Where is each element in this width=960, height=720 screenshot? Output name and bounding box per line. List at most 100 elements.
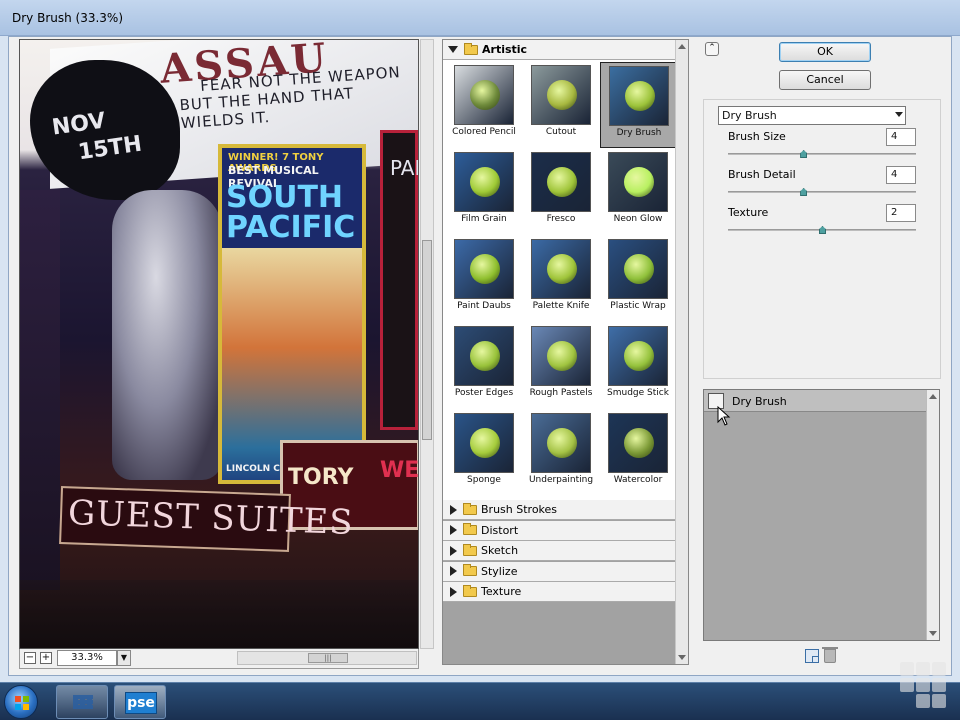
start-button[interactable]: [4, 685, 38, 719]
dialog-client-area: ASSAU FEAR NOT THE WEAPON BUT THE HAND T…: [8, 36, 952, 676]
apple-icon: [470, 254, 500, 284]
apple-icon: [470, 80, 500, 110]
filter-thumbnail[interactable]: Colored Pencil: [446, 62, 522, 148]
param-slider-knob[interactable]: [819, 226, 826, 234]
filter-thumbnail[interactable]: Rough Pastels: [523, 323, 599, 409]
filter-select[interactable]: Dry Brush: [718, 106, 906, 125]
category-label: Texture: [481, 585, 522, 599]
apple-icon: [470, 428, 500, 458]
filter-thumbnail-label: Palette Knife: [532, 301, 590, 311]
param-value-input[interactable]: 4: [886, 128, 916, 146]
category-header[interactable]: Brush Strokes: [443, 500, 675, 520]
filter-preview-image: [531, 65, 591, 125]
image-preview[interactable]: ASSAU FEAR NOT THE WEAPON BUT THE HAND T…: [19, 39, 419, 649]
filter-thumbnail[interactable]: Plastic Wrap: [600, 236, 676, 322]
category-header[interactable]: Texture: [443, 582, 675, 603]
effect-layer-row[interactable]: Dry Brush: [704, 390, 926, 412]
collapsed-triangle-icon: [450, 504, 457, 515]
param-value-input[interactable]: 4: [886, 166, 916, 184]
ok-button[interactable]: OK: [779, 42, 871, 62]
gallery-vertical-scrollbar[interactable]: [675, 40, 688, 664]
folder-icon: [463, 584, 477, 597]
filter-preview-image: [608, 413, 668, 473]
grid-icon: [73, 695, 93, 709]
param-slider-track[interactable]: [728, 226, 916, 234]
filter-thumbnail[interactable]: Dry Brush: [600, 62, 676, 148]
cancel-button[interactable]: Cancel: [779, 70, 871, 90]
filter-thumbnail[interactable]: Neon Glow: [600, 149, 676, 235]
scroll-up-arrow-icon[interactable]: [678, 44, 686, 49]
zoom-in-button[interactable]: +: [40, 652, 52, 664]
apple-icon: [470, 341, 500, 371]
folder-icon: [463, 523, 477, 536]
apple-icon: [624, 341, 654, 371]
preview-vscroll-thumb[interactable]: [422, 240, 432, 440]
trash-icon[interactable]: [822, 647, 838, 663]
folder-icon: [463, 564, 477, 577]
filter-thumbnail[interactable]: Paint Daubs: [446, 236, 522, 322]
effect-layers-panel: Dry Brush: [703, 389, 940, 641]
filter-settings-panel: Dry Brush Brush Size 4 Brush Detail 4 Textur…: [703, 99, 941, 379]
filter-thumbnail-label: Dry Brush: [616, 128, 662, 138]
preview-horizontal-scrollbar[interactable]: |||: [237, 651, 417, 665]
filter-thumbnail-label: Watercolor: [613, 475, 663, 485]
category-header[interactable]: Distort: [443, 520, 675, 541]
filter-preview-image: [531, 239, 591, 299]
taskbar-organizer-button[interactable]: [56, 685, 108, 719]
mouse-pointer-icon: [717, 406, 731, 426]
folder-icon: [464, 42, 478, 55]
filter-preview-image: [454, 239, 514, 299]
filter-thumbnail-label: Smudge Stick: [607, 388, 669, 398]
filter-thumbnail[interactable]: Underpainting: [523, 410, 599, 496]
param-slider-knob[interactable]: [800, 188, 808, 196]
param-label: Texture: [728, 206, 769, 219]
param-slider-track[interactable]: [728, 150, 916, 158]
filter-preview-image: [454, 65, 514, 125]
filter-thumbnail[interactable]: Sponge: [446, 410, 522, 496]
pse-icon: pse: [125, 692, 157, 714]
param-slider-knob[interactable]: [800, 150, 808, 158]
expanded-triangle-icon: [448, 46, 458, 53]
preview-poster: WINNER! 7 TONY AWARDS BEST MUSICAL REVIV…: [218, 144, 366, 484]
collapsed-triangle-icon: [450, 566, 457, 577]
filter-thumbnail[interactable]: Poster Edges: [446, 323, 522, 409]
apple-icon: [547, 428, 577, 458]
category-header[interactable]: Stylize: [443, 561, 675, 582]
param-slider-track[interactable]: [728, 188, 916, 196]
preview-vertical-scrollbar[interactable]: [420, 39, 434, 649]
filter-thumbnail[interactable]: Fresco: [523, 149, 599, 235]
filter-thumbnail[interactable]: Cutout: [523, 62, 599, 148]
zoom-value[interactable]: 33.3%: [57, 650, 117, 666]
filter-thumbnail[interactable]: Palette Knife: [523, 236, 599, 322]
new-effect-layer-icon[interactable]: [805, 649, 819, 663]
category-artistic[interactable]: Artistic: [443, 40, 675, 60]
zoom-bar: − + 33.3% ▼ |||: [19, 649, 419, 669]
preview-hscroll-thumb[interactable]: |||: [308, 653, 348, 663]
category-label: Sketch: [481, 544, 519, 558]
scroll-down-arrow-icon[interactable]: [929, 631, 937, 636]
param-label: Brush Size: [728, 130, 786, 143]
param-value-input[interactable]: 2: [886, 204, 916, 222]
apple-icon: [547, 167, 577, 197]
apple-icon: [470, 167, 500, 197]
zoom-dropdown-button[interactable]: ▼: [117, 650, 131, 666]
layers-vertical-scrollbar[interactable]: [926, 390, 939, 640]
filter-thumbnail[interactable]: Smudge Stick: [600, 323, 676, 409]
scroll-down-arrow-icon[interactable]: [678, 655, 686, 660]
zoom-out-button[interactable]: −: [24, 652, 36, 664]
title-bar[interactable]: Dry Brush (33.3%): [0, 0, 960, 36]
apple-icon: [624, 167, 654, 197]
filter-thumbnail-label: Paint Daubs: [457, 301, 511, 311]
category-header[interactable]: Sketch: [443, 541, 675, 562]
scroll-up-arrow-icon[interactable]: [929, 394, 937, 399]
filter-thumbnail[interactable]: Film Grain: [446, 149, 522, 235]
category-label: Brush Strokes: [481, 503, 558, 516]
filter-thumbnail-label: Underpainting: [528, 475, 594, 485]
filter-preview-image: [531, 152, 591, 212]
collapse-gallery-button[interactable]: ⌃: [705, 42, 719, 56]
taskbar-pse-button[interactable]: pse: [114, 685, 166, 719]
window-title: Dry Brush (33.3%): [12, 11, 124, 25]
category-label: Distort: [481, 523, 519, 537]
param-label: Brush Detail: [728, 168, 796, 181]
filter-thumbnail[interactable]: Watercolor: [600, 410, 676, 496]
